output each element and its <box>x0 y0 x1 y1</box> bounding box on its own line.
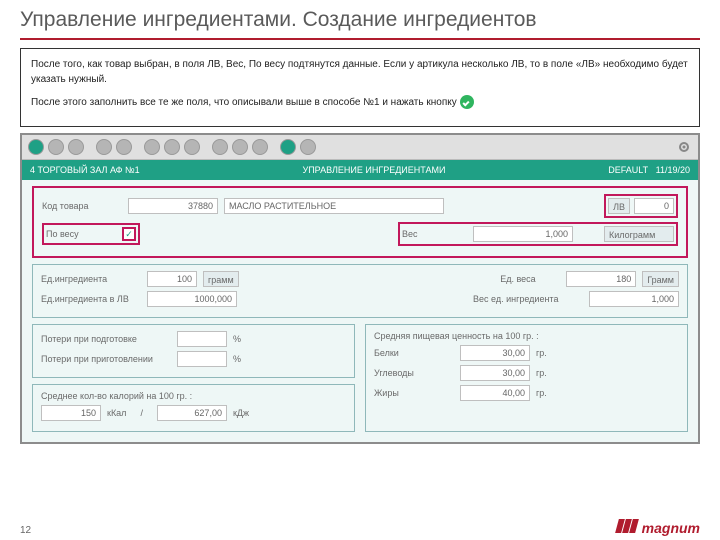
cal-unit: кКал <box>107 408 126 418</box>
page-footer: 12 magnum <box>20 519 700 536</box>
weight-unit: Килограмм <box>604 226 674 242</box>
header-title: УПРАВЛЕНИЕ ИНГРЕДИЕНТАМИ <box>302 165 445 175</box>
instructions-p2: После этого заполнить все те же поля, чт… <box>31 95 689 110</box>
back-icon[interactable] <box>28 139 44 155</box>
byweight-label: По весу <box>46 229 118 239</box>
pct-label: % <box>233 334 241 344</box>
instructions-box: После того, как товар выбран, в поля ЛВ,… <box>20 48 700 127</box>
panel-nutrition: Средняя пищевая ценность на 100 гр. : Бе… <box>365 324 688 432</box>
byweight-checkbox[interactable]: ✓ <box>122 227 136 241</box>
wt-u-ing-input[interactable]: 1,000 <box>589 291 679 307</box>
toolbar-button[interactable] <box>116 139 132 155</box>
loss-cook-label: Потери при приготовлении <box>41 354 171 364</box>
fat-label: Жиры <box>374 388 454 398</box>
page-title: Управление ингредиентами. Создание ингре… <box>0 0 720 38</box>
toolbar-button[interactable] <box>144 139 160 155</box>
cal-title: Среднее кол-во калорий на 100 гр. : <box>41 391 192 401</box>
nut-title: Средняя пищевая ценность на 100 гр. : <box>374 331 539 341</box>
header-location: 4 ТОРГОВЫЙ ЗАЛ АФ №1 <box>30 165 140 175</box>
toolbar-button[interactable] <box>184 139 200 155</box>
loss-cook-input[interactable] <box>177 351 227 367</box>
toolbar <box>22 135 698 160</box>
lv-label: ЛВ <box>608 198 630 214</box>
wt-u-ing-label: Вес ед. ингредиента <box>473 294 583 304</box>
code-label: Код товара <box>42 201 122 211</box>
logo: magnum <box>617 519 700 536</box>
carb-label: Углеводы <box>374 368 454 378</box>
toolbar-button[interactable] <box>164 139 180 155</box>
code-input[interactable]: 37880 <box>128 198 218 214</box>
header-mode: DEFAULT <box>608 165 648 175</box>
u-wt-label: Ед. веса <box>500 274 560 284</box>
toolbar-button[interactable] <box>300 139 316 155</box>
save-check-icon <box>460 95 474 109</box>
cal-input[interactable]: 150 <box>41 405 101 421</box>
panel-bottom: Потери при подготовке % Потери при приго… <box>32 324 688 432</box>
name-input[interactable]: МАСЛО РАСТИТЕЛЬНОЕ <box>224 198 444 214</box>
panel-product: Код товара 37880 МАСЛО РАСТИТЕЛЬНОЕ ЛВ 0… <box>32 186 688 258</box>
kj-unit: кДж <box>233 408 249 418</box>
settings-icon[interactable] <box>676 139 692 155</box>
toolbar-button[interactable] <box>252 139 268 155</box>
lv-input[interactable]: 0 <box>634 198 674 214</box>
instructions-p2-text: После этого заполнить все те же поля, чт… <box>31 97 460 108</box>
prot-label: Белки <box>374 348 454 358</box>
logo-text: magnum <box>642 520 700 536</box>
toolbar-button[interactable] <box>232 139 248 155</box>
fat-input[interactable]: 40,00 <box>460 385 530 401</box>
u-ing-unit: грамм <box>203 271 239 287</box>
header-right: DEFAULT 11/19/20 <box>608 165 690 175</box>
title-rule <box>20 38 700 40</box>
print-icon[interactable] <box>280 139 296 155</box>
pct-label: % <box>233 354 241 364</box>
form-area: Код товара 37880 МАСЛО РАСТИТЕЛЬНОЕ ЛВ 0… <box>22 180 698 442</box>
gr-unit: гр. <box>536 348 616 358</box>
u-ing-label: Ед.ингредиента <box>41 274 141 284</box>
header-date: 11/19/20 <box>656 165 690 175</box>
prot-input[interactable]: 30,00 <box>460 345 530 361</box>
toolbar-button[interactable] <box>212 139 228 155</box>
gr-unit: гр. <box>536 388 616 398</box>
byweight-highlight: По весу ✓ <box>42 223 140 245</box>
panel-calories: Среднее кол-во калорий на 100 гр. : 150 … <box>32 384 355 432</box>
instructions-p1: После того, как товар выбран, в поля ЛВ,… <box>31 57 689 87</box>
panel-units: Ед.ингредиента 100 грамм Ед. веса 180 Гр… <box>32 264 688 318</box>
kj-input[interactable]: 627,00 <box>157 405 227 421</box>
loss-prep-input[interactable] <box>177 331 227 347</box>
weight-label: Вес <box>402 229 442 239</box>
app-header: 4 ТОРГОВЫЙ ЗАЛ АФ №1 УПРАВЛЕНИЕ ИНГРЕДИЕ… <box>22 160 698 180</box>
weight-highlight: Вес 1,000 Килограмм <box>398 222 678 246</box>
u-wt-input[interactable]: 180 <box>566 271 636 287</box>
u-ing-lv-label: Ед.ингредиента в ЛВ <box>41 294 141 304</box>
u-ing-input[interactable]: 100 <box>147 271 197 287</box>
lv-highlight: ЛВ 0 <box>604 194 678 218</box>
toolbar-button[interactable] <box>96 139 112 155</box>
loss-prep-label: Потери при подготовке <box>41 334 171 344</box>
u-wt-unit: Грамм <box>642 271 679 287</box>
carb-input[interactable]: 30,00 <box>460 365 530 381</box>
toolbar-button[interactable] <box>68 139 84 155</box>
panel-losses: Потери при подготовке % Потери при приго… <box>32 324 355 378</box>
toolbar-button[interactable] <box>48 139 64 155</box>
slash: / <box>132 408 151 418</box>
weight-input[interactable]: 1,000 <box>473 226 573 242</box>
page-number: 12 <box>20 525 31 536</box>
u-ing-lv-input[interactable]: 1000,000 <box>147 291 237 307</box>
app-frame: 4 ТОРГОВЫЙ ЗАЛ АФ №1 УПРАВЛЕНИЕ ИНГРЕДИЕ… <box>20 133 700 444</box>
gr-unit: гр. <box>536 368 616 378</box>
